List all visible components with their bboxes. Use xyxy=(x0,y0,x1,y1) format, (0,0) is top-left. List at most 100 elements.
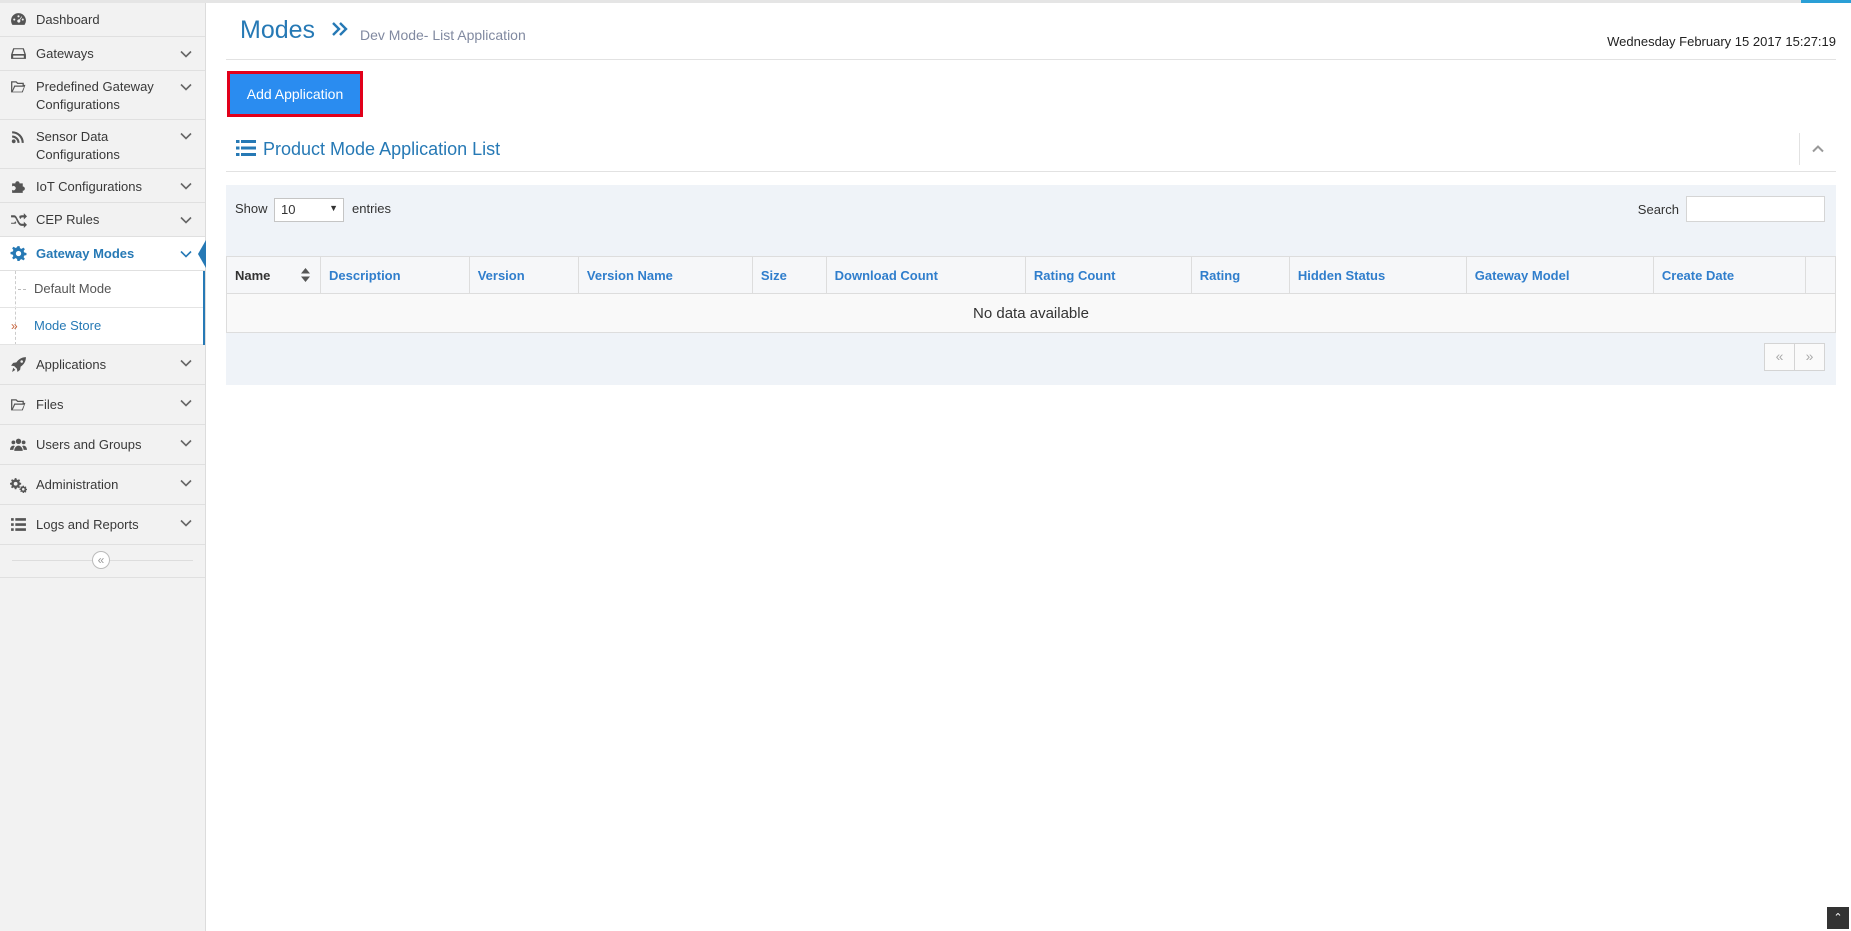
sidebar-item-predefined-gateway-configurations[interactable]: Predefined Gateway Configurations xyxy=(0,71,205,120)
sidebar-item-users-and-groups[interactable]: Users and Groups xyxy=(0,425,205,465)
add-application-button[interactable]: Add Application xyxy=(227,71,363,117)
active-indicator xyxy=(198,240,206,268)
column-header-version-name[interactable]: Version Name xyxy=(577,256,753,294)
entries-label: entries xyxy=(352,201,392,216)
column-header-label: Version xyxy=(477,267,525,283)
column-header-rating-count[interactable]: Rating Count xyxy=(1024,256,1192,294)
sidebar-item-logs-and-reports[interactable]: Logs and Reports xyxy=(0,505,205,545)
widget-header: Product Mode Application List xyxy=(226,129,1836,172)
chevron-down-icon xyxy=(180,250,192,258)
dashboard-icon xyxy=(11,13,26,25)
page-title: Modes xyxy=(240,16,316,44)
column-header-create-date[interactable]: Create Date xyxy=(1652,256,1806,294)
sidebar-item-label: Gateways xyxy=(36,46,94,61)
current-datetime: Wednesday February 15 2017 15:27:19 xyxy=(1607,34,1836,49)
chevron-down-icon xyxy=(180,479,192,487)
search-input[interactable] xyxy=(1686,196,1825,222)
sidebar-item-label: Applications xyxy=(36,357,107,372)
gateway-modes-submenu: Default Mode » Mode Store xyxy=(0,271,205,345)
column-header-download-count[interactable]: Download Count xyxy=(825,256,1026,294)
column-header-label: Download Count xyxy=(834,267,938,283)
sidebar: Dashboard Gateways Predefined Gateway Co… xyxy=(0,3,206,931)
widget-collapse-toggle[interactable] xyxy=(1799,133,1836,165)
gear-icon xyxy=(10,246,27,261)
puzzle-icon xyxy=(12,181,25,193)
sidebar-item-label: Logs and Reports xyxy=(36,517,139,532)
submenu-item-label: Mode Store xyxy=(34,318,102,333)
submenu-dash xyxy=(18,289,26,290)
chevron-down-icon xyxy=(180,519,192,527)
column-header-label: Version Name xyxy=(586,267,673,283)
sidebar-item-files[interactable]: Files xyxy=(0,385,205,425)
column-header-label: Create Date xyxy=(1661,267,1735,283)
chevron-down-icon xyxy=(180,439,192,447)
applications-table: Name Description Version Version Name Si… xyxy=(225,256,1837,333)
submenu-item-label: Default Mode xyxy=(34,281,112,296)
sort-icon xyxy=(301,268,311,282)
column-header-label: Gateway Model xyxy=(1474,267,1570,283)
pagination-prev-button[interactable]: « xyxy=(1764,343,1795,371)
caret-down-icon: ▼ xyxy=(329,203,338,213)
column-header-actions xyxy=(1804,256,1837,294)
pagination: « » xyxy=(1764,343,1825,371)
show-label: Show xyxy=(235,201,268,216)
hdd-icon xyxy=(11,48,26,59)
sidebar-item-label: IoT Configurations xyxy=(36,179,142,194)
sidebar-item-label: Users and Groups xyxy=(36,437,142,452)
column-header-label: Name xyxy=(235,267,271,283)
column-header-size[interactable]: Size xyxy=(751,256,827,294)
column-header-hidden-status[interactable]: Hidden Status xyxy=(1288,256,1467,294)
double-chevron-right-icon: » xyxy=(11,319,18,333)
sidebar-item-dashboard[interactable]: Dashboard xyxy=(0,3,205,37)
list-icon xyxy=(236,140,256,156)
column-header-description[interactable]: Description xyxy=(320,256,470,294)
sidebar-item-gateways[interactable]: Gateways xyxy=(0,37,205,71)
sidebar-item-label: Gateway Modes xyxy=(36,246,135,261)
sidebar-collapse-bar: « xyxy=(0,545,205,578)
chevron-down-icon xyxy=(180,399,192,407)
sidebar-item-iot-configurations[interactable]: IoT Configurations xyxy=(0,169,205,203)
column-header-rating[interactable]: Rating xyxy=(1190,256,1290,294)
list-icon xyxy=(11,518,26,531)
submenu-item-default-mode[interactable]: Default Mode xyxy=(0,271,203,308)
column-header-label: Size xyxy=(760,267,787,283)
sidebar-item-cep-rules[interactable]: CEP Rules xyxy=(0,203,205,237)
folder-open-icon xyxy=(11,399,26,411)
table-row: No data available xyxy=(226,293,1836,333)
submenu-item-mode-store[interactable]: » Mode Store xyxy=(0,308,203,345)
column-header-version[interactable]: Version xyxy=(468,256,579,294)
users-icon xyxy=(10,438,27,451)
column-header-label: Hidden Status xyxy=(1297,267,1386,283)
chevron-down-icon xyxy=(180,50,192,58)
column-header-name[interactable]: Name xyxy=(225,256,322,294)
table-header-row: Name Description Version Version Name Si… xyxy=(225,256,1837,294)
sidebar-item-sensor-data-configurations[interactable]: Sensor Data Configurations xyxy=(0,120,205,169)
widget-title: Product Mode Application List xyxy=(263,139,501,159)
sidebar-item-label: CEP Rules xyxy=(36,212,100,227)
double-chevron-right-icon xyxy=(332,22,348,36)
sidebar-item-applications[interactable]: Applications xyxy=(0,345,205,385)
scroll-to-top-button[interactable]: ⌃ xyxy=(1827,907,1849,929)
no-data-message: No data available xyxy=(226,293,1836,333)
rocket-icon xyxy=(11,357,26,372)
column-header-label: Rating xyxy=(1199,267,1241,283)
pagination-next-button[interactable]: » xyxy=(1794,343,1825,371)
entries-per-page-select[interactable]: 10 ▼ xyxy=(274,198,344,222)
search-label: Search xyxy=(1637,202,1679,217)
chevron-down-icon xyxy=(180,182,192,190)
table-container: Show 10 ▼ entries Search Name Descriptio… xyxy=(225,185,1837,385)
sidebar-item-administration[interactable]: Administration xyxy=(0,465,205,505)
page-subtitle: Dev Mode- List Application xyxy=(360,27,526,43)
sidebar-item-label: Files xyxy=(36,397,64,412)
random-icon xyxy=(11,213,27,228)
page-header: Modes Dev Mode- List Application Wednesd… xyxy=(226,3,1836,60)
sidebar-collapse-button[interactable]: « xyxy=(92,551,110,569)
double-chevron-left-icon: « xyxy=(97,553,105,567)
chevron-down-icon xyxy=(180,83,192,91)
column-header-label: Rating Count xyxy=(1033,267,1116,283)
column-header-gateway-model[interactable]: Gateway Model xyxy=(1465,256,1654,294)
chevron-down-icon xyxy=(180,216,192,224)
sidebar-item-gateway-modes[interactable]: Gateway Modes xyxy=(0,237,206,271)
sidebar-item-label: Dashboard xyxy=(36,12,100,27)
chevron-down-icon xyxy=(180,359,192,367)
